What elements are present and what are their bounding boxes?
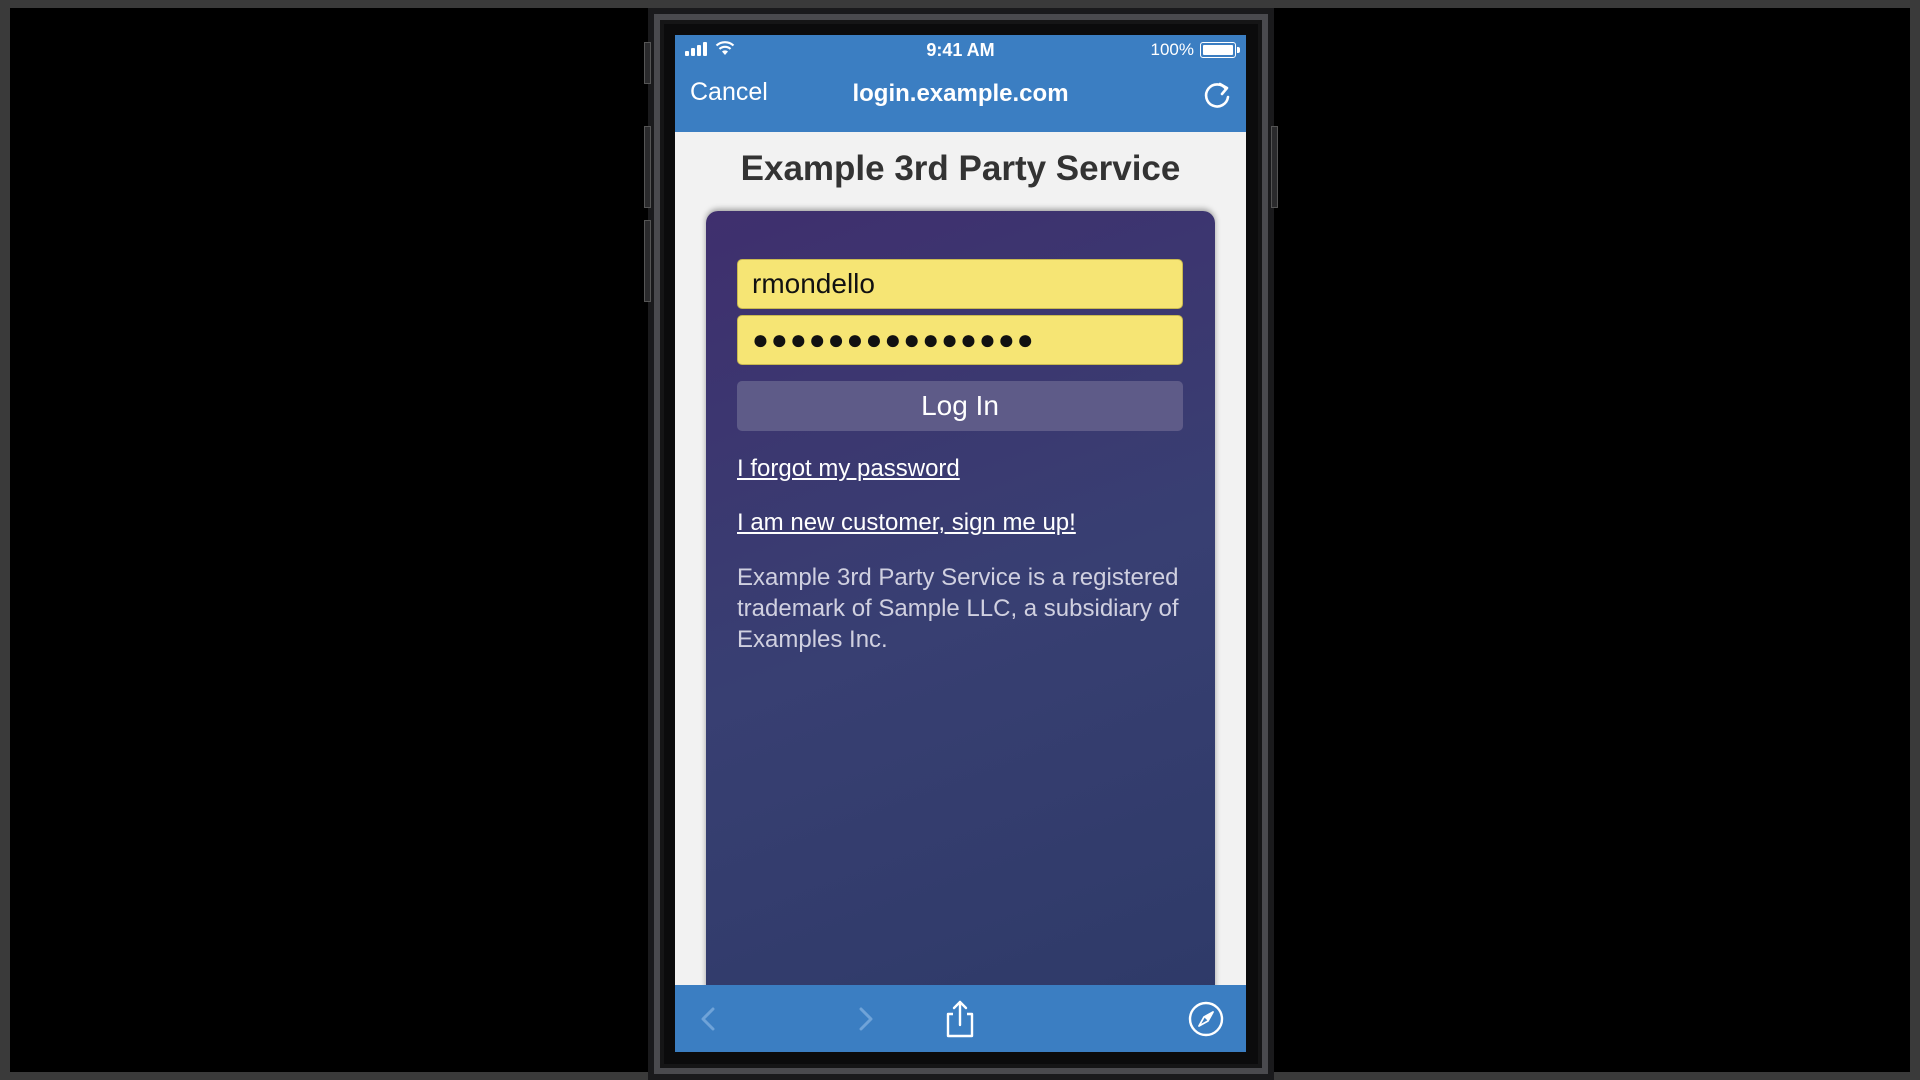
volume-down-button [644, 220, 651, 302]
battery-percentage: 100% [1150, 40, 1194, 59]
power-button [1271, 126, 1278, 208]
volume-up-button [644, 126, 651, 208]
chevron-left-icon[interactable] [689, 999, 729, 1039]
sign-up-link[interactable]: I am new customer, sign me up! [737, 509, 1076, 537]
page-title: Example 3rd Party Service [740, 149, 1181, 188]
status-bar: 9:41 AM 100% [675, 35, 1246, 60]
safari-compass-icon[interactable] [1186, 999, 1226, 1039]
phone-screen: 9:41 AM 100% Cancel login.example.com Ex… [675, 35, 1246, 1052]
share-icon[interactable] [940, 999, 980, 1039]
battery-icon [1200, 42, 1240, 58]
password-field[interactable]: ●●●●●●●●●●●●●●● [737, 315, 1183, 365]
login-panel: rmondello ●●●●●●●●●●●●●●● Log In I forgo… [706, 211, 1215, 1011]
bottom-toolbar [675, 985, 1246, 1052]
mute-switch [644, 42, 651, 84]
username-field[interactable]: rmondello [737, 259, 1183, 309]
legal-notice: Example 3rd Party Service is a registere… [737, 564, 1179, 653]
safari-view-header: 9:41 AM 100% Cancel login.example.com [675, 35, 1246, 132]
forgot-password-link[interactable]: I forgot my password [737, 455, 960, 483]
log-in-button[interactable]: Log In [737, 381, 1183, 431]
reload-icon[interactable] [1200, 78, 1234, 112]
url-label: login.example.com [852, 80, 1069, 107]
chevron-right-icon[interactable] [845, 999, 885, 1039]
